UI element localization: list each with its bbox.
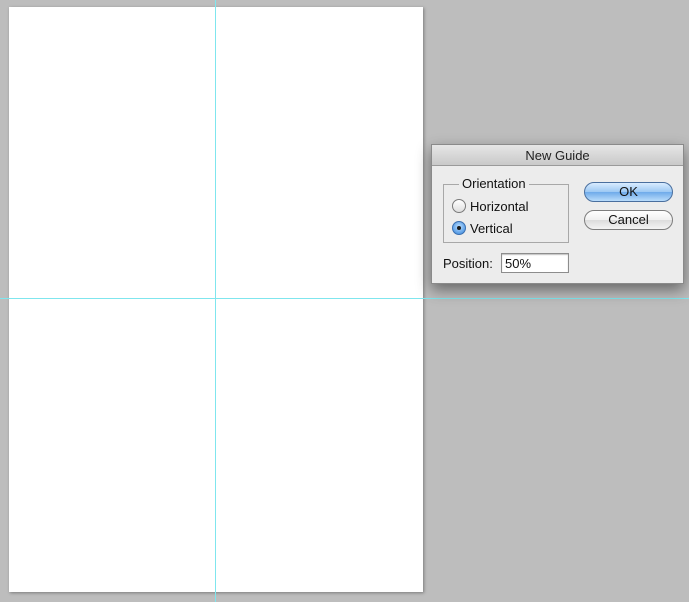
document-canvas[interactable]: [9, 7, 423, 592]
position-label: Position:: [443, 256, 493, 271]
dialog-title: New Guide: [525, 148, 590, 163]
horizontal-guide[interactable]: [0, 298, 689, 299]
new-guide-dialog: New Guide Orientation Horizontal Vertica…: [431, 144, 684, 284]
radio-vertical-label: Vertical: [470, 220, 513, 236]
radio-horizontal-label: Horizontal: [470, 198, 529, 214]
position-input[interactable]: [501, 253, 569, 273]
radio-horizontal[interactable]: Horizontal: [452, 197, 529, 215]
vertical-guide[interactable]: [215, 0, 216, 602]
radio-horizontal-button[interactable]: [452, 199, 466, 213]
orientation-legend: Orientation: [459, 177, 529, 191]
ok-button[interactable]: OK: [584, 182, 673, 202]
radio-vertical-button[interactable]: [452, 221, 466, 235]
workspace: New Guide Orientation Horizontal Vertica…: [0, 0, 689, 602]
dialog-titlebar[interactable]: New Guide: [432, 145, 683, 166]
cancel-button[interactable]: Cancel: [584, 210, 673, 230]
radio-vertical[interactable]: Vertical: [452, 219, 513, 237]
